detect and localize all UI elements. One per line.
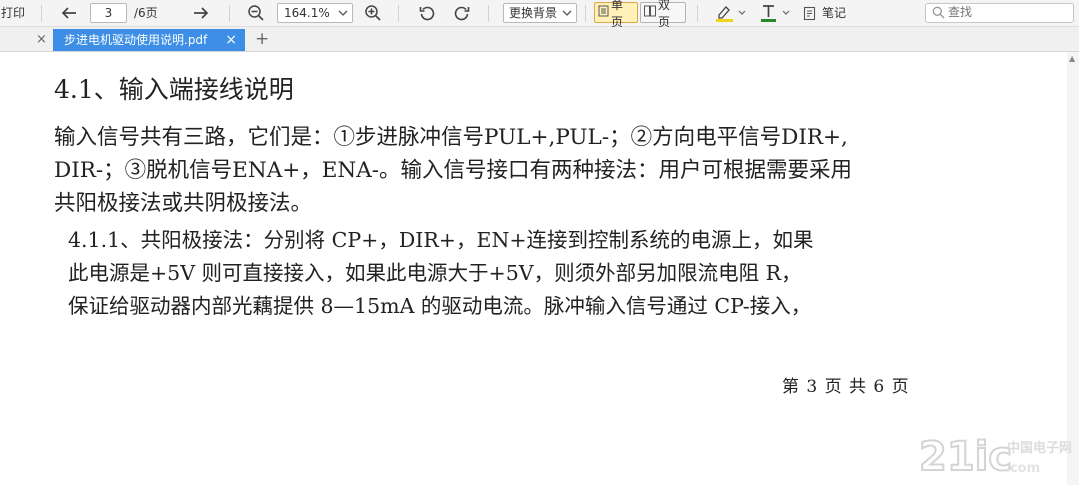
close-icon[interactable]: × [225, 29, 237, 51]
arrow-right-icon[interactable] [190, 2, 212, 24]
paragraph-line: DIR-；③脱机信号ENA+，ENA-。输入信号接口有两种接法：用户可根据需要采… [54, 158, 853, 183]
arrow-left-icon[interactable] [58, 2, 80, 24]
notes-button[interactable]: 笔记 [822, 5, 846, 21]
print-button[interactable]: 打印 [1, 5, 25, 21]
paragraph-line: 输入信号共有三路，它们是：①步进脉冲信号PUL+,PUL-；②方向电平信号DIR… [54, 125, 848, 150]
double-page-icon [644, 5, 656, 20]
search-icon [932, 6, 945, 24]
toolbar-separator [229, 5, 230, 22]
single-page-button[interactable]: 单页 [594, 0, 638, 29]
highlighter-icon[interactable] [714, 2, 748, 24]
svg-text:21ic: 21ic [919, 434, 1012, 478]
pdf-toolbar: 打印 /6页 164.1% 更换背景 单页 [0, 0, 1079, 29]
single-page-label: 单页 [611, 0, 624, 29]
subsection-line: 保证给驱动器内部光藕提供 8—15mA 的驱动电流。脉冲输入信号通过 CP-接入… [68, 294, 812, 318]
single-page-icon [598, 5, 609, 20]
document-page: 4.1、输入端接线说明 输入信号共有三路，它们是：①步进脉冲信号PUL+,PUL… [0, 52, 1079, 485]
rotate-right-icon[interactable] [451, 2, 473, 24]
search-input[interactable] [948, 4, 1066, 20]
page-footer: 第 3 页 共 6 页 [782, 377, 909, 397]
double-page-label: 双页 [658, 0, 671, 29]
change-background-label: 更换背景 [509, 6, 558, 20]
svg-text:中国电子网: 中国电子网 [1007, 440, 1072, 456]
toolbar-separator [41, 5, 42, 22]
toolbar-separator [585, 5, 586, 22]
toolbar-separator [398, 5, 399, 22]
subsection-line: 4.1.1、共阳极接法：分别将 CP+，DIR+，EN+连接到控制系统的电源上，… [68, 228, 814, 252]
subsection-line: 此电源是+5V 则可直接接入，如果此电源大于+5V，则须外部另加限流电阻 R， [68, 261, 802, 285]
chevron-down-icon [562, 4, 572, 27]
page-total-label: /6页 [134, 6, 158, 20]
notes-icon[interactable] [802, 2, 818, 24]
text-color-icon[interactable] [759, 2, 793, 24]
watermark-logo: 21ic 中国电子网 .com [917, 432, 1073, 481]
toolbar-separator [697, 5, 698, 22]
section-heading: 4.1、输入端接线说明 [54, 75, 294, 104]
toolbar-separator [488, 5, 489, 22]
close-icon[interactable]: × [36, 29, 47, 51]
vertical-scrollbar[interactable]: ▲ [1067, 52, 1079, 485]
watermark-logo-graphic: 21ic 中国电子网 .com [918, 433, 1072, 481]
svg-text:.com: .com [1005, 461, 1040, 476]
search-box[interactable] [925, 3, 1074, 23]
chevron-down-icon [338, 4, 348, 27]
new-tab-button[interactable]: + [255, 28, 269, 50]
tab-document[interactable]: 步进电机驱动使用说明.pdf × [53, 29, 245, 51]
page-number-input[interactable] [90, 3, 127, 23]
zoom-in-icon[interactable] [362, 2, 384, 24]
paragraph-line: 共阳极接法或共阴极接法。 [54, 191, 313, 216]
zoom-value: 164.1% [284, 6, 330, 20]
scroll-up-icon[interactable]: ▲ [1069, 54, 1075, 63]
tab-label: 步进电机驱动使用说明.pdf [64, 33, 208, 47]
change-background-button[interactable]: 更换背景 [503, 3, 577, 23]
double-page-button[interactable]: 双页 [640, 0, 686, 29]
zoom-select[interactable]: 164.1% [277, 3, 353, 23]
rotate-left-icon[interactable] [416, 2, 438, 24]
tab-bar: × 步进电机驱动使用说明.pdf × + [0, 27, 1079, 52]
zoom-out-icon[interactable] [245, 2, 267, 24]
